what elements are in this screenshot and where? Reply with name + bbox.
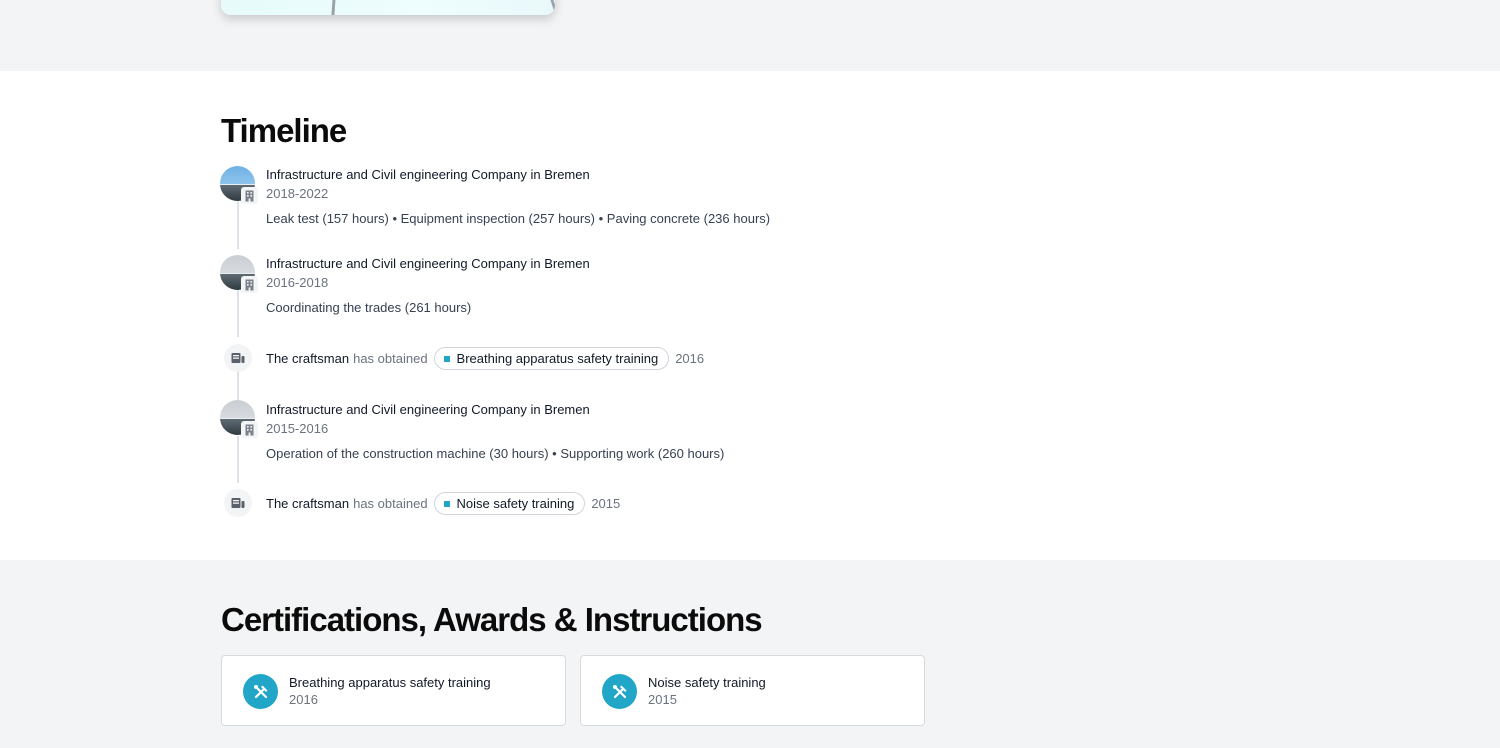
tag-marker-icon <box>443 355 450 362</box>
tag-marker-icon <box>443 500 450 507</box>
obtained-label: has obtained <box>353 351 428 366</box>
timeline-company: Infrastructure and Civil engineering Com… <box>266 256 590 271</box>
company-avatar[interactable] <box>220 166 258 204</box>
timeline-details: Coordinating the trades (261 hours) <box>266 300 472 315</box>
company-avatar[interactable] <box>220 400 258 438</box>
timeline-title: Timeline <box>221 112 347 149</box>
training-tag-label: Breathing apparatus safety training <box>456 351 659 366</box>
timeline-obtained: The craftsman has obtained Breathing app… <box>266 347 704 370</box>
training-tag[interactable]: Noise safety training <box>433 492 586 515</box>
timeline-connector <box>237 290 239 337</box>
obtained-year: 2016 <box>675 351 705 366</box>
project-image-card[interactable] <box>221 0 555 15</box>
company-avatar[interactable] <box>220 255 258 293</box>
certification-name: Breathing apparatus safety training <box>289 675 491 690</box>
top-band <box>0 0 1500 71</box>
image-detail-left <box>331 0 338 15</box>
timeline-connector <box>237 201 239 249</box>
timeline-details: Leak test (157 hours) • Equipment inspec… <box>266 211 771 226</box>
certificate-icon <box>224 489 252 517</box>
building-icon <box>241 187 258 204</box>
certification-name: Noise safety training <box>648 675 766 690</box>
building-icon <box>241 276 258 293</box>
timeline-years: 2018-2022 <box>266 186 329 201</box>
certifications-title: Certifications, Awards & Instructions <box>221 601 763 638</box>
timeline-obtained: The craftsman has obtained Noise safety … <box>266 492 620 515</box>
timeline-details: Operation of the construction machine (3… <box>266 446 725 461</box>
tools-icon <box>243 674 278 709</box>
craftsman-label: The craftsman <box>266 496 350 511</box>
timeline-connector <box>237 436 239 483</box>
certification-card[interactable]: Noise safety training 2015 <box>580 655 925 726</box>
building-icon <box>241 421 258 438</box>
timeline-years: 2015-2016 <box>266 421 329 436</box>
timeline-years: 2016-2018 <box>266 275 329 290</box>
craftsman-label: The craftsman <box>266 351 350 366</box>
certification-year: 2016 <box>289 692 318 707</box>
timeline-section: Timeline Infrastructure and Civil engine… <box>0 71 1500 560</box>
certificate-icon <box>224 344 252 372</box>
image-detail-right <box>540 0 555 15</box>
training-tag-label: Noise safety training <box>456 496 575 511</box>
training-tag[interactable]: Breathing apparatus safety training <box>433 347 670 370</box>
certifications-section: Certifications, Awards & Instructions Br… <box>0 560 1500 748</box>
timeline-connector <box>237 371 239 400</box>
timeline-company: Infrastructure and Civil engineering Com… <box>266 402 590 417</box>
certification-year: 2015 <box>648 692 677 707</box>
tools-icon <box>602 674 637 709</box>
timeline-company: Infrastructure and Civil engineering Com… <box>266 167 590 182</box>
obtained-year: 2015 <box>591 496 621 511</box>
obtained-label: has obtained <box>353 496 428 511</box>
certification-card[interactable]: Breathing apparatus safety training 2016 <box>221 655 566 726</box>
